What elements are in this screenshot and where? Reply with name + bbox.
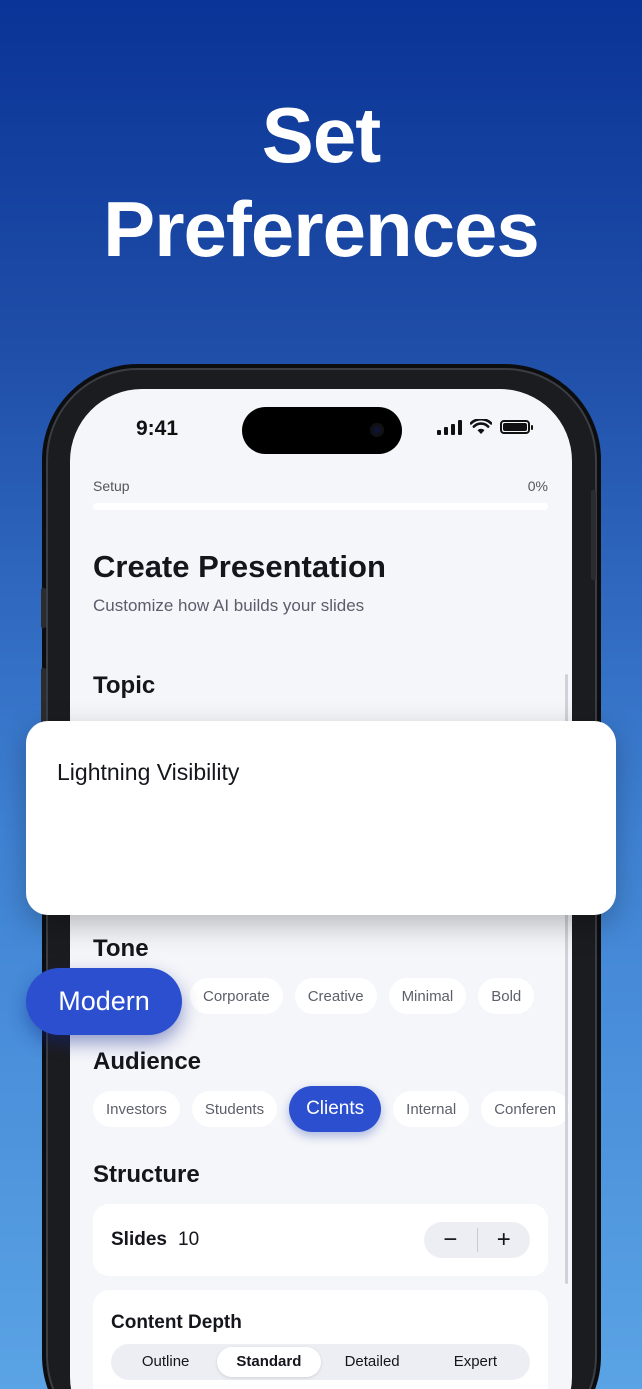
signal-icon bbox=[437, 419, 462, 435]
page-title: Create Presentation bbox=[93, 549, 386, 584]
tone-chip-bold[interactable]: Bold bbox=[478, 978, 535, 1014]
audience-chip-internal[interactable]: Internal bbox=[393, 1091, 470, 1127]
audience-chip-investors[interactable]: Investors bbox=[93, 1091, 180, 1127]
tone-chips: Corporate Creative Minimal Bold bbox=[190, 978, 535, 1014]
depth-option-outline[interactable]: Outline bbox=[114, 1347, 217, 1377]
setup-percent: 0% bbox=[527, 478, 548, 494]
topic-label: Topic bbox=[93, 672, 156, 699]
headline-line-1: Set bbox=[261, 91, 381, 179]
wifi-icon bbox=[470, 419, 492, 434]
setup-label: Setup bbox=[93, 478, 130, 494]
status-time: 9:41 bbox=[136, 417, 179, 440]
audience-chips: Investors Students Clients Internal Conf… bbox=[93, 1086, 569, 1132]
audience-label: Audience bbox=[93, 1048, 202, 1075]
slides-stepper: − + bbox=[424, 1222, 530, 1258]
audience-chip-students[interactable]: Students bbox=[191, 1091, 278, 1127]
content-depth-segmented-control: Outline Standard Detailed Expert bbox=[111, 1344, 530, 1380]
dynamic-island bbox=[242, 407, 402, 454]
slides-label: Slides bbox=[111, 1229, 167, 1250]
topic-input-card[interactable]: Lightning Visibility bbox=[26, 721, 616, 915]
tone-chip-modern-selected[interactable]: Modern bbox=[26, 968, 182, 1035]
depth-option-detailed[interactable]: Detailed bbox=[321, 1347, 424, 1377]
headline-line-2: Preferences bbox=[103, 185, 540, 273]
topic-input-value[interactable]: Lightning Visibility bbox=[57, 759, 239, 786]
audience-chip-clients[interactable]: Clients bbox=[289, 1086, 382, 1132]
content-depth-label: Content Depth bbox=[111, 1312, 242, 1333]
depth-option-standard[interactable]: Standard bbox=[217, 1347, 321, 1377]
page-subtitle: Customize how AI builds your slides bbox=[93, 596, 365, 615]
audience-chip-conference[interactable]: Conferen bbox=[481, 1091, 569, 1127]
tone-chip-minimal[interactable]: Minimal bbox=[388, 978, 467, 1014]
battery-icon bbox=[500, 420, 533, 434]
tone-label: Tone bbox=[93, 935, 149, 962]
tone-chip-creative[interactable]: Creative bbox=[294, 978, 377, 1014]
setup-progress-bar bbox=[93, 503, 548, 510]
phone-action-button bbox=[41, 588, 46, 628]
slides-decrement-button[interactable]: − bbox=[424, 1222, 477, 1258]
marketing-headline: Set Preferences bbox=[0, 88, 642, 276]
slides-value: 10 bbox=[178, 1229, 200, 1250]
slides-increment-button[interactable]: + bbox=[478, 1222, 531, 1258]
content-depth-card: Content Depth Outline Standard Detailed … bbox=[93, 1290, 548, 1389]
depth-option-expert[interactable]: Expert bbox=[424, 1347, 527, 1377]
structure-label: Structure bbox=[93, 1161, 200, 1188]
camera-icon bbox=[370, 423, 384, 437]
status-icons bbox=[437, 419, 533, 435]
tone-chip-corporate[interactable]: Corporate bbox=[190, 978, 283, 1014]
phone-side-button bbox=[591, 490, 596, 580]
slides-card: Slides 10 − + bbox=[93, 1204, 548, 1276]
